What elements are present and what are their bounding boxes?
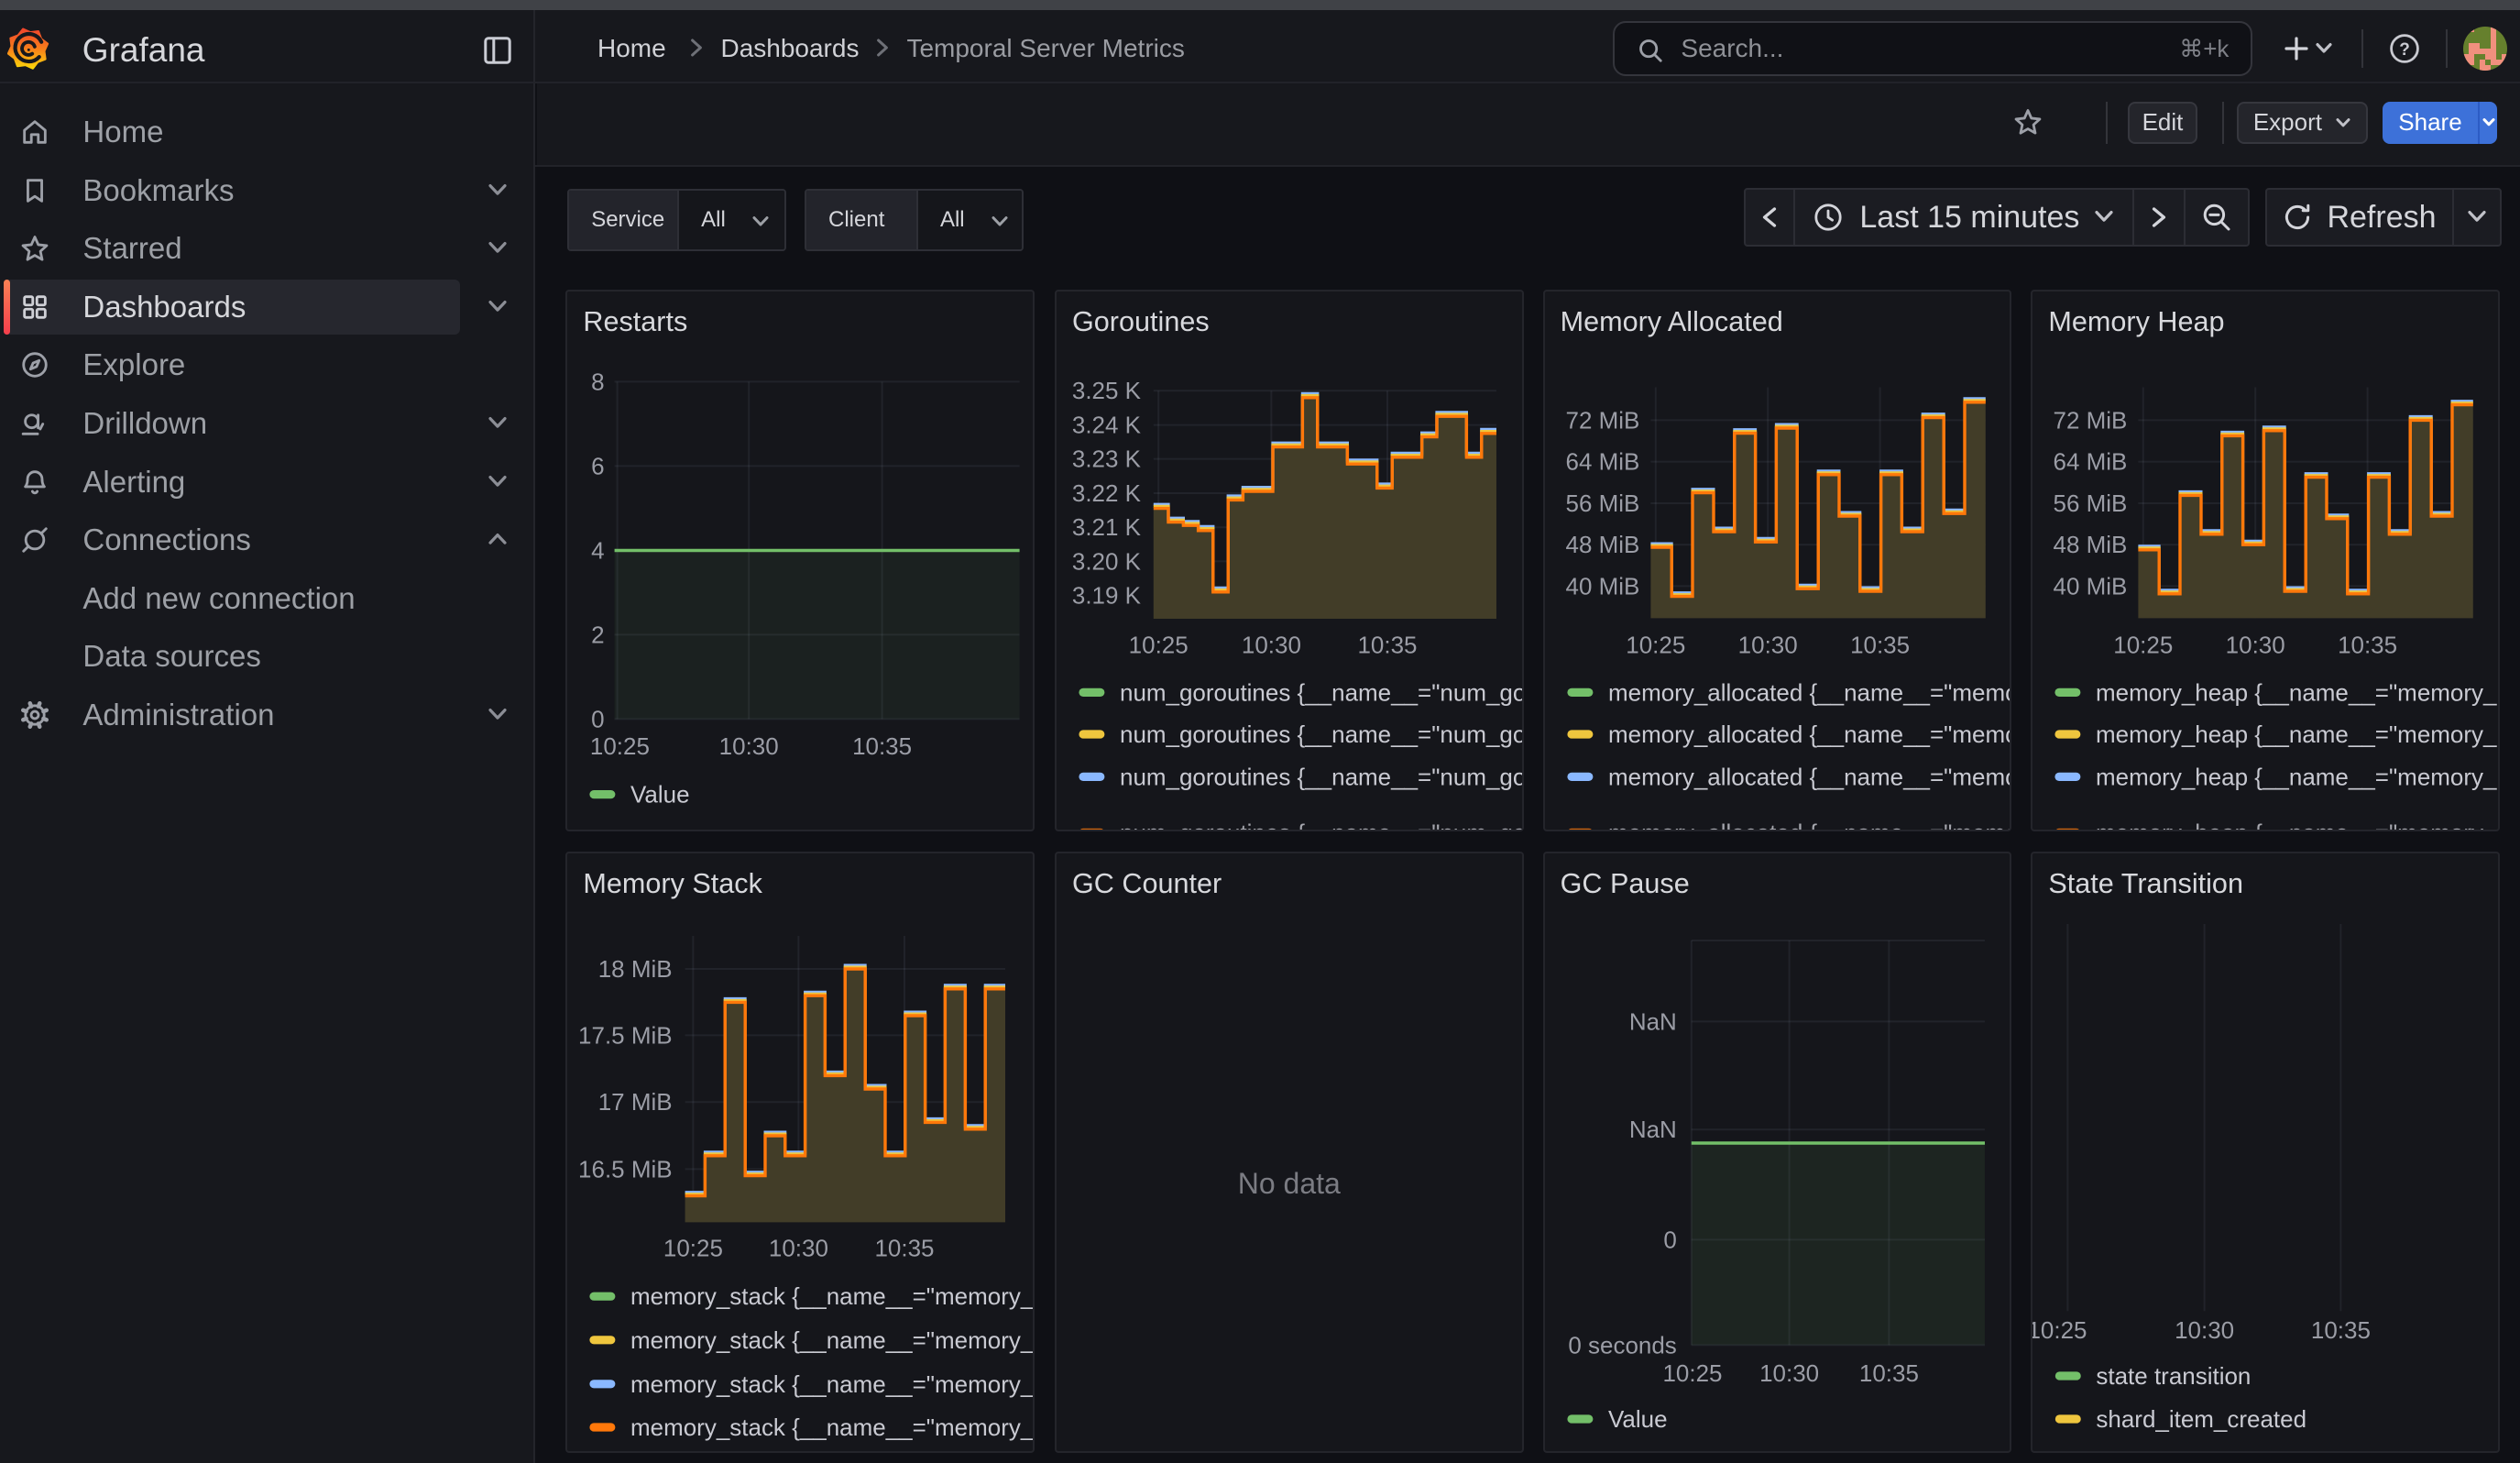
svg-text:40 MiB: 40 MiB [1565, 573, 1639, 600]
svg-text:3.21 K: 3.21 K [1072, 514, 1142, 542]
svg-text:18 MiB: 18 MiB [598, 955, 673, 983]
svg-text:memory_stack {__name__="memory: memory_stack {__name__="memory_stack", i… [630, 1282, 1033, 1310]
svg-text:10:35: 10:35 [1850, 632, 1910, 659]
svg-text:64 MiB: 64 MiB [1565, 448, 1639, 476]
svg-text:10:35: 10:35 [1858, 1359, 1918, 1387]
svg-text:memory_allocated {__name__="me: memory_allocated {__name__="memory_alloc… [1608, 720, 2011, 748]
svg-text:memory_heap {__name__="memory_: memory_heap {__name__="memory_heap", ins… [2096, 679, 2498, 707]
svg-text:memory_stack {__name__="memory: memory_stack {__name__="memory_stack", i… [630, 1414, 1033, 1441]
svg-text:10:25: 10:25 [1129, 632, 1189, 659]
svg-text:10:35: 10:35 [852, 732, 912, 760]
svg-text:NaN: NaN [1628, 1007, 1676, 1035]
svg-text:Value: Value [1608, 1405, 1668, 1433]
svg-text:10:25: 10:25 [590, 732, 650, 760]
svg-text:64 MiB: 64 MiB [2054, 448, 2128, 476]
svg-text:memory_heap {__name__="memory_: memory_heap {__name__="memory_heap", ins… [2096, 764, 2498, 791]
svg-text:48 MiB: 48 MiB [2054, 532, 2128, 559]
svg-text:0: 0 [1663, 1226, 1676, 1253]
svg-text:NaN: NaN [1628, 1116, 1676, 1143]
svg-text:10:25: 10:25 [2032, 1315, 2087, 1343]
svg-text:72 MiB: 72 MiB [2054, 407, 2128, 434]
svg-text:56 MiB: 56 MiB [1565, 490, 1639, 517]
svg-text:10:30: 10:30 [1759, 1359, 1819, 1387]
svg-text:0: 0 [592, 706, 605, 733]
svg-text:memory_heap {__name__="memory_: memory_heap {__name__="memory_heap", ins… [2096, 820, 2498, 830]
svg-text:3.22 K: 3.22 K [1072, 479, 1142, 507]
svg-text:10:30: 10:30 [1242, 632, 1301, 659]
svg-text:40 MiB: 40 MiB [2054, 573, 2128, 600]
svg-text:4: 4 [592, 537, 605, 565]
svg-text:10:35: 10:35 [2311, 1315, 2371, 1343]
svg-text:10:30: 10:30 [1737, 632, 1797, 659]
svg-text:shard_item_created: shard_item_created [2097, 1405, 2307, 1433]
svg-text:3.20 K: 3.20 K [1072, 548, 1142, 576]
svg-text:num_goroutines {__name__="num_: num_goroutines {__name__="num_goroutines… [1120, 720, 1522, 748]
svg-text:memory_stack {__name__="memory: memory_stack {__name__="memory_stack", i… [630, 1326, 1033, 1353]
svg-text:48 MiB: 48 MiB [1565, 532, 1639, 559]
svg-text:state transition: state transition [2097, 1362, 2252, 1390]
svg-text:0 seconds: 0 seconds [1568, 1331, 1676, 1358]
svg-text:2: 2 [592, 622, 605, 649]
svg-text:10:30: 10:30 [2175, 1315, 2234, 1343]
svg-text:memory_allocated {__name__="me: memory_allocated {__name__="memory_alloc… [1608, 764, 2011, 791]
svg-text:10:25: 10:25 [663, 1234, 723, 1261]
svg-text:num_goroutines {__name__="num_: num_goroutines {__name__="num_goroutines… [1120, 820, 1522, 830]
svg-text:56 MiB: 56 MiB [2054, 490, 2128, 517]
svg-text:?: ? [2399, 40, 2410, 60]
svg-text:8: 8 [592, 368, 605, 396]
svg-text:17.5 MiB: 17.5 MiB [578, 1021, 673, 1049]
svg-text:3.19 K: 3.19 K [1072, 582, 1142, 610]
svg-text:10:25: 10:25 [2114, 632, 2174, 659]
svg-text:16.5 MiB: 16.5 MiB [578, 1155, 673, 1182]
svg-text:10:30: 10:30 [719, 732, 779, 760]
svg-text:10:35: 10:35 [1357, 632, 1417, 659]
svg-text:10:30: 10:30 [769, 1234, 828, 1261]
svg-text:10:35: 10:35 [2338, 632, 2397, 659]
svg-text:3.24 K: 3.24 K [1072, 412, 1142, 439]
svg-text:memory_allocated {__name__="me: memory_allocated {__name__="memory_alloc… [1608, 820, 2011, 830]
svg-text:3.23 K: 3.23 K [1072, 446, 1142, 473]
svg-text:memory_stack {__name__="memory: memory_stack {__name__="memory_stack", i… [630, 1370, 1033, 1397]
svg-text:17 MiB: 17 MiB [598, 1088, 673, 1116]
svg-text:num_goroutines {__name__="num_: num_goroutines {__name__="num_goroutines… [1120, 679, 1522, 707]
svg-text:10:30: 10:30 [2226, 632, 2285, 659]
svg-text:3.25 K: 3.25 K [1072, 378, 1142, 405]
svg-text:memory_allocated {__name__="me: memory_allocated {__name__="memory_alloc… [1608, 679, 2011, 707]
svg-text:10:25: 10:25 [1626, 632, 1685, 659]
svg-text:memory_heap {__name__="memory_: memory_heap {__name__="memory_heap", ins… [2096, 720, 2498, 748]
svg-text:10:35: 10:35 [875, 1234, 935, 1261]
svg-text:Value: Value [630, 781, 690, 808]
svg-text:6: 6 [592, 453, 605, 480]
svg-text:10:25: 10:25 [1662, 1359, 1722, 1387]
svg-text:num_goroutines {__name__="num_: num_goroutines {__name__="num_goroutines… [1120, 764, 1522, 791]
svg-text:72 MiB: 72 MiB [1565, 407, 1639, 434]
